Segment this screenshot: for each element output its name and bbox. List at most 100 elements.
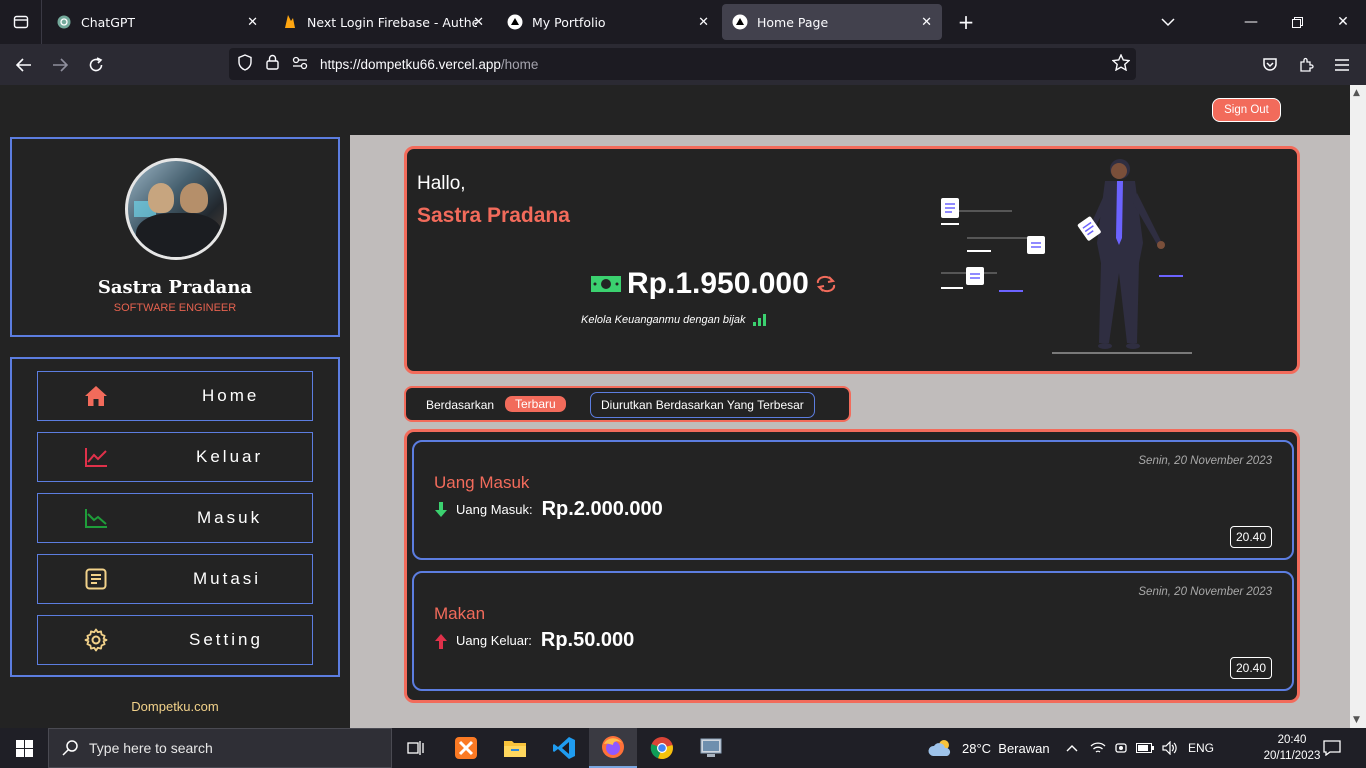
money-icon [591,274,621,294]
hero-user-name: Sastra Pradana [417,204,570,227]
hero-tagline: Kelola Keuanganmu dengan bijak [581,314,766,326]
forward-button[interactable] [42,44,78,85]
chevron-up-icon[interactable] [1066,744,1078,752]
language-indicator[interactable]: ENG [1188,741,1214,755]
transaction-title: Uang Masuk [434,473,530,492]
gear-icon [83,627,109,653]
tab-label: Home Page [757,14,829,30]
close-tab-icon[interactable]: ✕ [473,15,484,30]
camera-icon[interactable] [1114,741,1128,755]
chart-up-icon [83,444,109,470]
sidebar-menu: Home Keluar Masuk Mutasi Setting [10,357,340,677]
browser-nav-bar: https://dompetku66.vercel.app/home [0,44,1366,85]
profile-name: Sastra Pradana [97,277,253,298]
tab-home-page[interactable]: Home Page ✕ [722,4,942,40]
tab-label: Next Login Firebase - Authentic [307,14,477,30]
transaction-card[interactable]: Senin, 20 November 2023 Uang Masuk Uang … [412,440,1294,560]
lock-icon[interactable] [266,54,279,74]
scroll-up-arrow-icon[interactable]: ▲ [1353,88,1360,98]
close-tab-icon[interactable]: ✕ [921,15,932,30]
new-tab-button[interactable]: + [943,0,989,44]
sidebar-item-home[interactable]: Home [37,371,313,421]
sidebar: Sastra Pradana SOFTWARE ENGINEER Home Ke… [0,85,350,728]
browser-tab-bar: ChatGPT ✕ Next Login Firebase - Authenti… [0,0,1366,44]
search-placeholder: Type here to search [89,740,213,756]
wifi-icon[interactable] [1090,741,1106,755]
greeting-text: Hallo, [417,173,466,194]
tab-list-button[interactable] [0,0,42,44]
tab-label: My Portfolio [532,14,606,30]
tab-chatgpt[interactable]: ChatGPT ✕ [46,4,268,40]
firefox-icon[interactable] [589,728,637,768]
balance-amount: Rp.1.950.000 [627,267,809,300]
sign-out-button[interactable]: Sign Out [1212,98,1281,122]
filter-label: Berdasarkan [426,398,495,412]
weather-widget[interactable]: 28°C Berawan [928,728,1050,768]
extensions-icon[interactable] [1288,44,1324,85]
transaction-amount: Rp.50.000 [540,629,635,651]
scroll-down-arrow-icon[interactable]: ▼ [1353,715,1360,725]
remote-desktop-icon[interactable] [687,728,735,768]
bookmark-star-icon[interactable] [1111,52,1131,75]
chart-down-icon [83,505,109,531]
transaction-amount-row: Uang Masuk: Rp.2.000.000 [434,498,663,521]
pocket-icon[interactable] [1252,44,1288,85]
chrome-icon[interactable] [638,728,686,768]
battery-icon[interactable] [1136,743,1154,753]
sidebar-item-keluar[interactable]: Keluar [37,432,313,482]
xampp-icon[interactable] [442,728,490,768]
file-explorer-icon[interactable] [491,728,539,768]
transaction-title: Makan [434,604,486,623]
sidebar-item-setting[interactable]: Setting [37,615,313,665]
transaction-list: Senin, 20 November 2023 Uang Masuk Uang … [404,429,1300,703]
filter-bar: Berdasarkan Terbaru Diurutkan Berdasarka… [404,386,851,422]
top-header: Sign Out [350,85,1350,135]
taskbar-search-box[interactable]: Type here to search [48,728,392,768]
vercel-icon [507,14,523,30]
tab-label: ChatGPT [81,14,136,30]
avatar [125,158,227,260]
windows-taskbar: Type here to search 28°C Berawan ENG 20:… [0,728,1366,768]
shield-icon[interactable] [237,53,253,75]
sidebar-item-label: Masuk [197,508,263,527]
hamburger-menu-icon[interactable] [1324,44,1360,85]
volume-icon[interactable] [1162,741,1178,755]
sidebar-item-label: Mutasi [193,569,262,588]
firebase-icon [282,14,298,30]
close-tab-icon[interactable]: ✕ [698,15,709,30]
tab-overflow-chevron-icon[interactable] [1145,0,1191,44]
sidebar-item-masuk[interactable]: Masuk [37,493,313,543]
refresh-icon[interactable] [815,275,837,293]
transaction-time: 20.40 [1229,526,1272,548]
tab-firebase[interactable]: Next Login Firebase - Authentic ✕ [272,4,494,40]
tab-portfolio[interactable]: My Portfolio ✕ [497,4,719,40]
sort-largest-button[interactable]: Diurutkan Berdasarkan Yang Terbesar [590,392,815,418]
reload-button[interactable] [78,44,114,85]
url-host: https://dompetku66.vercel.app [320,56,501,72]
close-tab-icon[interactable]: ✕ [247,15,258,30]
task-view-icon[interactable] [392,728,440,768]
start-button[interactable] [0,728,48,768]
footer-brand[interactable]: Dompetku.com [0,699,350,714]
url-bar[interactable]: https://dompetku66.vercel.app/home [229,48,1136,80]
notification-icon[interactable] [1312,728,1352,768]
page-scrollbar[interactable]: ▲ ▼ [1350,85,1366,728]
balance-hero-card: Hallo, Sastra Pradana Rp.1.950.000 Kelol… [404,146,1300,374]
close-window-button[interactable]: ✕ [1320,0,1366,44]
minimize-button[interactable]: — [1228,0,1274,44]
restore-button[interactable] [1274,0,1320,44]
filter-chip-terbaru[interactable]: Terbaru [505,396,566,412]
vscode-icon[interactable] [540,728,588,768]
tagline-text: Kelola Keuanganmu dengan bijak [581,314,746,326]
arrow-down-icon [434,501,448,518]
sidebar-item-label: Keluar [196,447,264,466]
transaction-card[interactable]: Senin, 20 November 2023 Makan Uang Kelua… [412,571,1294,691]
transaction-kind: Uang Masuk: [456,502,533,517]
back-button[interactable] [6,44,42,85]
document-icon [83,566,109,592]
url-text[interactable]: https://dompetku66.vercel.app/home [320,57,538,72]
transaction-kind: Uang Keluar: [456,633,532,648]
permissions-icon[interactable] [292,55,308,74]
cloud-sun-icon [928,738,954,758]
sidebar-item-mutasi[interactable]: Mutasi [37,554,313,604]
